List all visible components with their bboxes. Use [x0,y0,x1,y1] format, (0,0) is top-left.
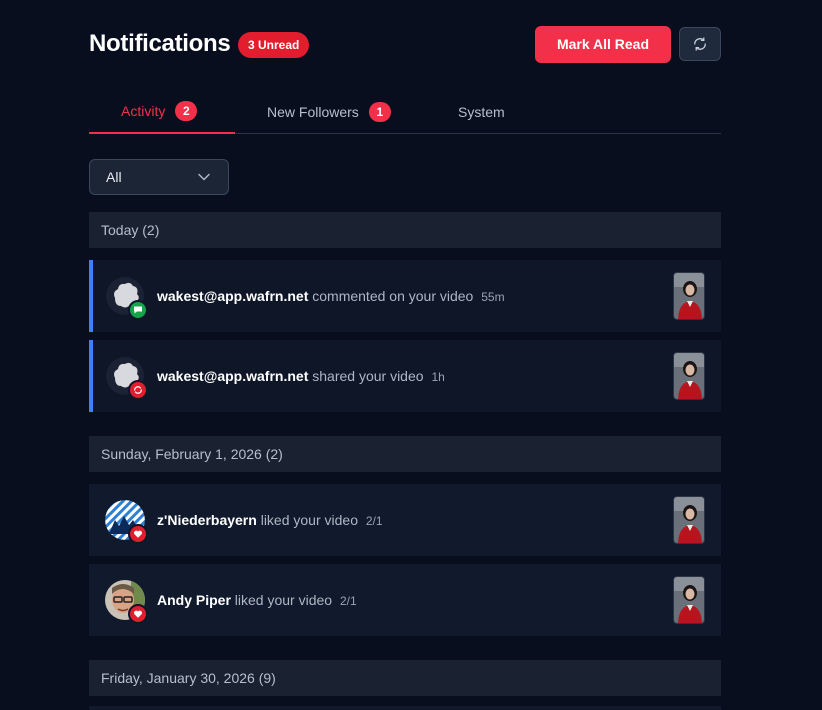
tab-count-badge: 1 [368,101,391,122]
notification-action: liked your video [234,592,333,608]
notification-text: wakest@app.wafrn.net shared your video 1… [157,368,445,384]
notification-text: wakest@app.wafrn.net commented on your v… [157,288,505,304]
notification-item-partial [89,706,721,710]
notification-item[interactable]: Andy Piper liked your video 2/1 [89,564,721,636]
mark-all-read-button[interactable]: Mark All Read [535,26,671,63]
tab-system[interactable]: System [458,90,505,133]
filter-select[interactable]: All [89,159,229,195]
notification-action: liked your video [260,512,358,528]
notification-text: z'Niederbayern liked your video 2/1 [157,512,383,528]
video-thumbnail[interactable] [673,496,705,544]
notification-item[interactable]: z'Niederbayern liked your video 2/1 [89,484,721,556]
notification-action: commented on your video [312,288,474,304]
page-title: Notifications [89,30,231,57]
chevron-down-icon [198,173,210,181]
tab-count-badge: 2 [175,101,198,121]
tab-label: Activity [121,103,166,119]
filter-selected-value: All [106,169,122,185]
notification-item[interactable]: wakest@app.wafrn.net shared your video 1… [89,340,721,412]
notification-time: 2/1 [365,514,383,528]
refresh-icon [694,37,706,51]
heart-icon [128,604,148,624]
notification-time: 2/1 [339,594,357,608]
tab-activity[interactable]: Activity 2 [89,90,235,134]
notification-time: 55m [481,290,505,304]
notification-tabs: Activity 2 New Followers 1 System [89,90,721,134]
tab-label: New Followers [267,103,359,120]
video-thumbnail[interactable] [673,576,705,624]
unread-count-badge: 3 Unread [238,32,310,58]
notification-item[interactable]: wakest@app.wafrn.net commented on your v… [89,260,721,332]
share-icon [128,380,148,400]
group-header-sunday: Sunday, February 1, 2026 (2) [89,436,721,472]
notification-action: shared your video [312,368,424,384]
video-thumbnail[interactable] [673,352,705,400]
notification-actor[interactable]: z'Niederbayern [157,512,257,528]
notification-time: 1h [431,370,445,384]
page-header: Notifications 3 Unread Mark All Read [89,26,721,64]
comment-icon [128,300,148,320]
group-header-friday: Friday, January 30, 2026 (9) [89,660,721,696]
group-header-today: Today (2) [89,212,721,248]
notification-actor[interactable]: Andy Piper [157,592,231,608]
tab-new-followers[interactable]: New Followers 1 [267,90,391,133]
heart-icon [128,524,148,544]
notification-actor[interactable]: wakest@app.wafrn.net [157,288,308,304]
notification-actor[interactable]: wakest@app.wafrn.net [157,368,308,384]
tab-label: System [458,103,505,120]
video-thumbnail[interactable] [673,272,705,320]
refresh-button[interactable] [679,27,721,61]
notification-text: Andy Piper liked your video 2/1 [157,592,357,608]
